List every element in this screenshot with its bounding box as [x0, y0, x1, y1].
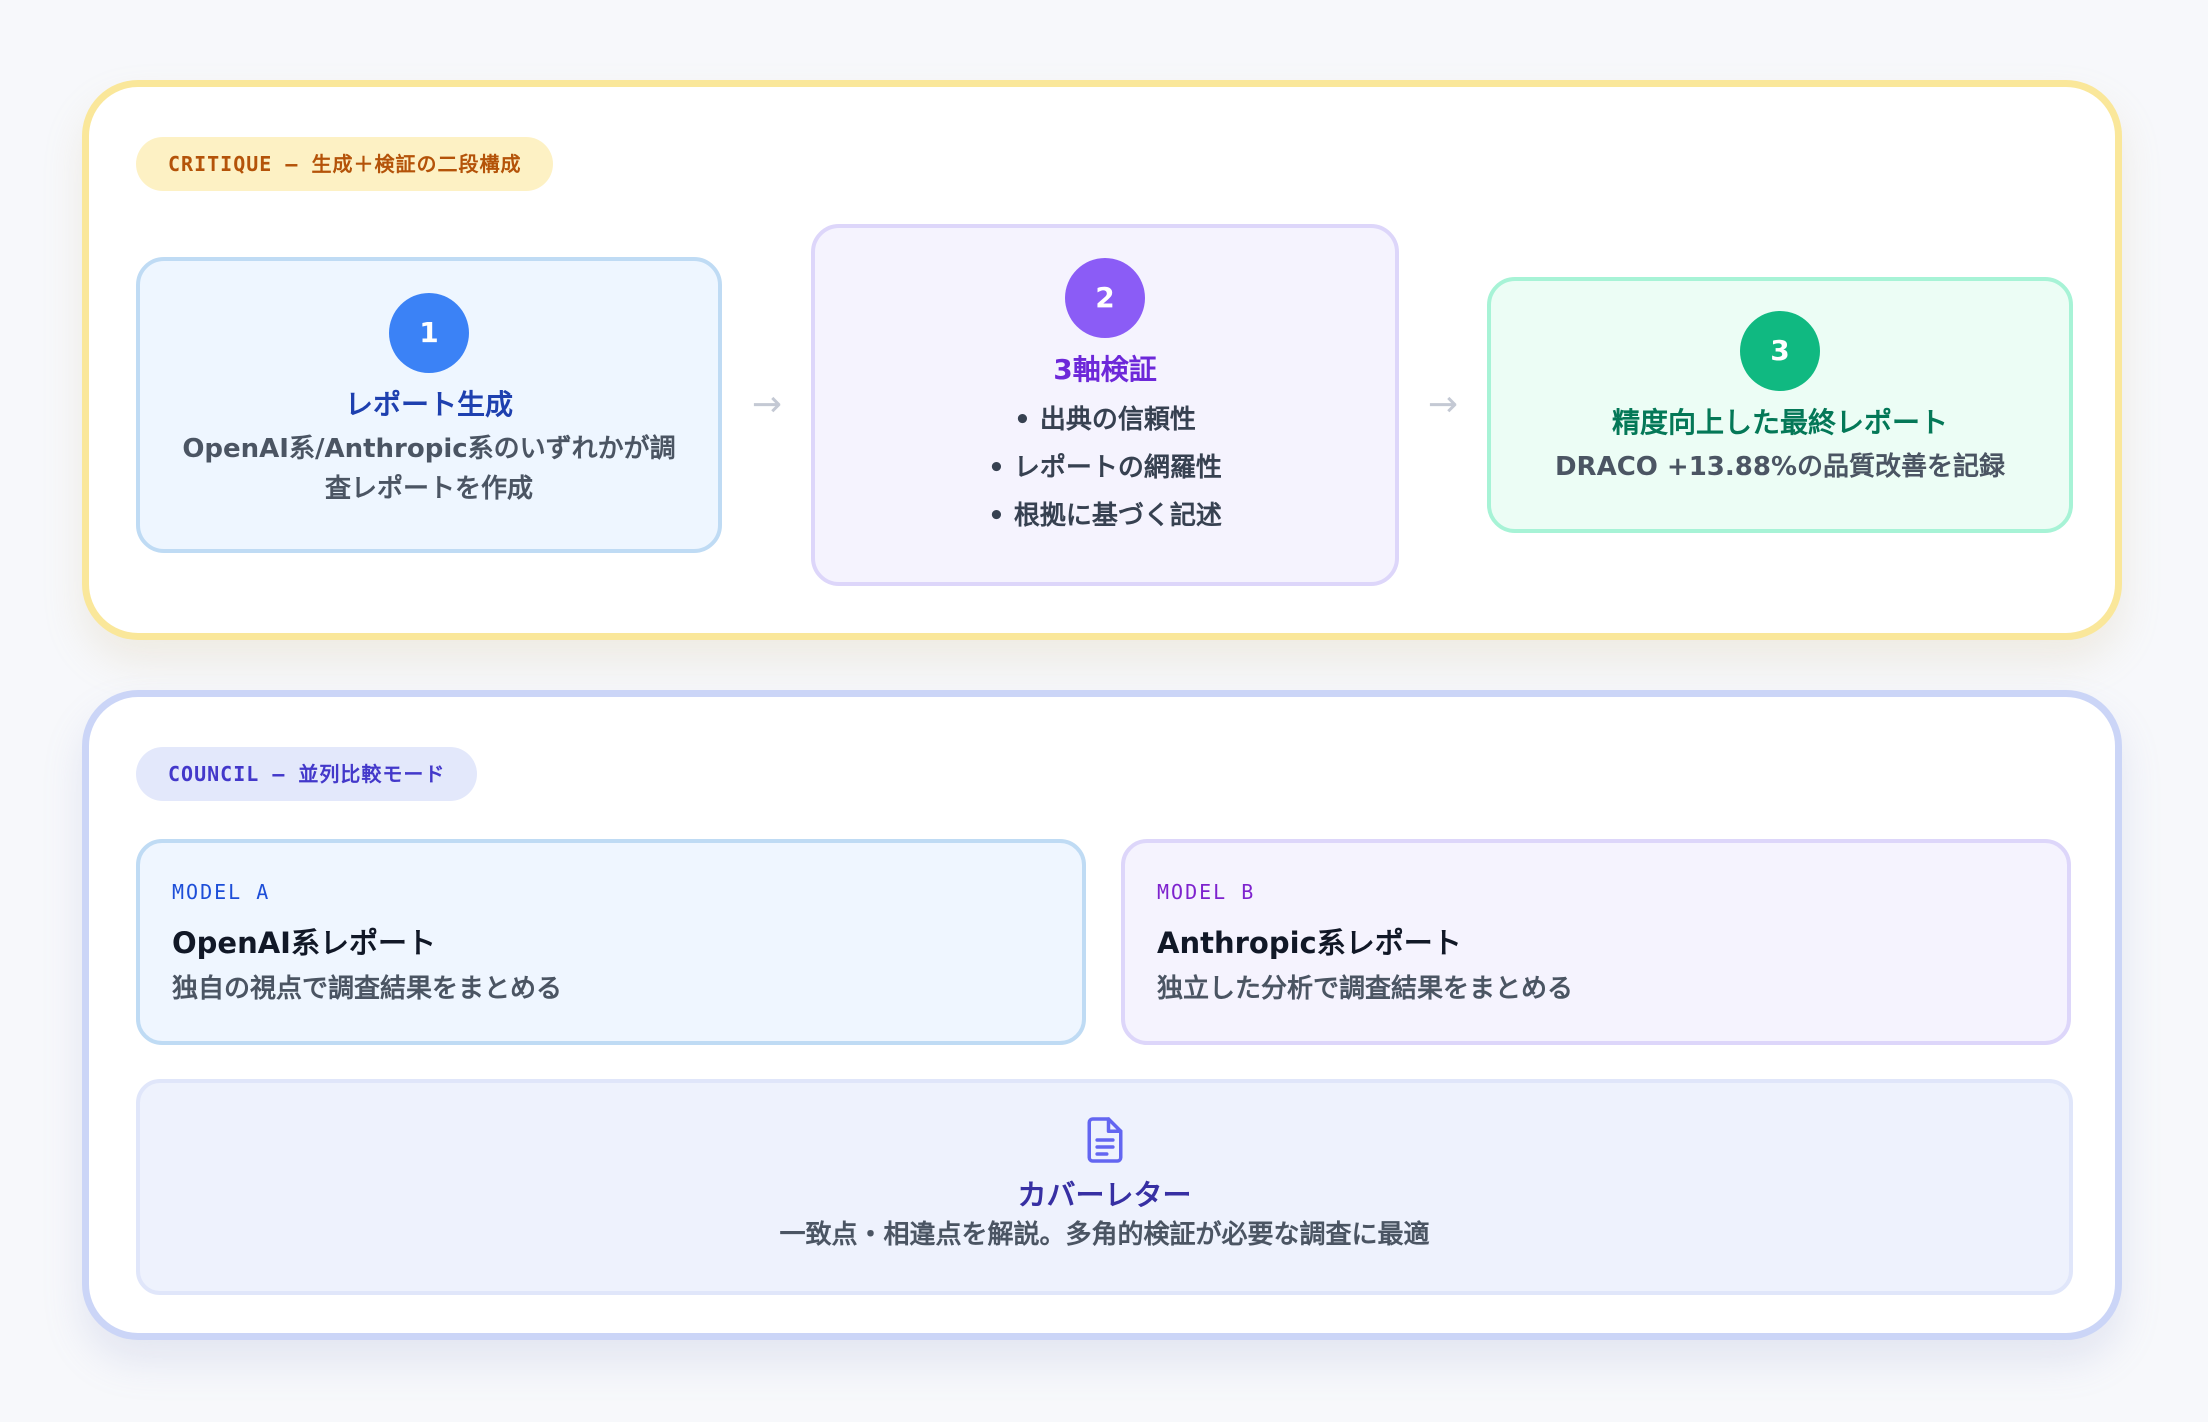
- council-label: COUNCIL — 並列比較モード: [136, 747, 478, 801]
- arrow-right-icon: →: [1427, 384, 1459, 425]
- critique-label: CRITIQUE — 生成＋検証の二段構成: [136, 137, 554, 191]
- model-b-card: MODEL B Anthropic系レポート 独立した分析で調査結果をまとめる: [1121, 839, 2071, 1045]
- step-number-badge: 3: [1740, 311, 1820, 391]
- step-report-generation: 1 レポート生成 OpenAI系/Anthropic系のいずれかが調査レポートを…: [136, 257, 722, 553]
- model-description: 独自の視点で調査結果をまとめる: [172, 974, 563, 1004]
- arrow-right-icon: →: [751, 384, 783, 425]
- model-description: 独立した分析で調査結果をまとめる: [1157, 974, 1574, 1004]
- model-title: Anthropic系レポート: [1157, 926, 1462, 960]
- step-three-axis-verification: 2 3軸検証 出典の信頼性 レポートの網羅性 根拠に基づく記述: [811, 224, 1399, 586]
- cover-letter-card: カバーレター 一致点・相違点を解説。多角的検証が必要な調査に最適: [136, 1079, 2073, 1295]
- list-item: 根拠に基づく記述: [815, 492, 1395, 540]
- step-number-badge: 2: [1065, 258, 1145, 338]
- list-item: 出典の信頼性: [815, 396, 1395, 444]
- step-title: レポート生成: [344, 388, 513, 421]
- step-title: 精度向上した最終レポート: [1611, 406, 1948, 439]
- step-description: OpenAI系/Anthropic系のいずれかが調査レポートを作成: [182, 434, 676, 504]
- step-title: 3軸検証: [1053, 353, 1157, 386]
- step-number-badge: 1: [389, 293, 469, 373]
- step-final-report: 3 精度向上した最終レポート DRACO +13.88%の品質改善を記録: [1487, 277, 2073, 533]
- critique-panel: CRITIQUE — 生成＋検証の二段構成 1 レポート生成 OpenAI系/A…: [82, 80, 2122, 640]
- list-item: レポートの網羅性: [815, 444, 1395, 492]
- step-description: DRACO +13.88%の品質改善を記録: [1554, 452, 2006, 482]
- council-panel: COUNCIL — 並列比較モード MODEL A OpenAI系レポート 独自…: [82, 690, 2122, 1340]
- verification-list: 出典の信頼性 レポートの網羅性 根拠に基づく記述: [815, 396, 1395, 540]
- model-tag: MODEL B: [1157, 880, 1256, 904]
- model-title: OpenAI系レポート: [172, 926, 436, 960]
- cover-letter-description: 一致点・相違点を解説。多角的検証が必要な調査に最適: [779, 1220, 1430, 1250]
- model-tag: MODEL A: [172, 880, 271, 904]
- cover-letter-title: カバーレター: [1017, 1178, 1192, 1212]
- model-a-card: MODEL A OpenAI系レポート 独自の視点で調査結果をまとめる: [136, 839, 1086, 1045]
- document-icon: [1084, 1115, 1126, 1165]
